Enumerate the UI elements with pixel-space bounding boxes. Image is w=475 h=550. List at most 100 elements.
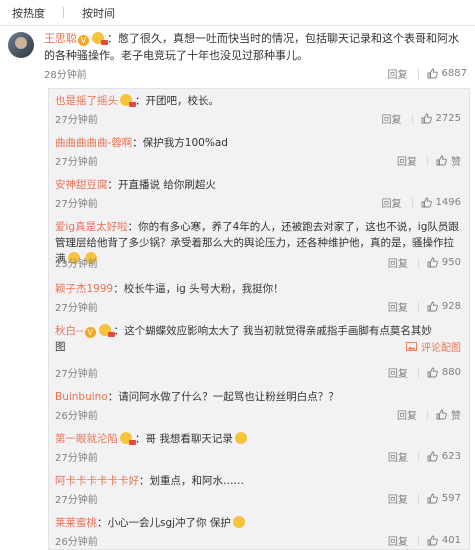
reply-button[interactable]: 回复 [382, 111, 402, 126]
reply-username[interactable]: 爱ig真是太好啦 [55, 221, 128, 233]
like-count: 6887 [441, 68, 467, 79]
reply-actions: 回复 赞 [397, 153, 461, 168]
action-divider [411, 113, 413, 124]
reply-text: ：这个蝴蝶效应影响太大了 我当初就觉得亲戚指手画脚有点莫名其妙 [113, 325, 432, 337]
reply-actions: 回复 2725 [382, 111, 461, 126]
like-count: 880 [441, 367, 461, 378]
reply-button[interactable]: 回复 [388, 449, 408, 464]
like-count: 623 [441, 451, 461, 462]
reply-username[interactable]: Buinbuino [55, 391, 108, 403]
like-button[interactable]: 623 [427, 451, 461, 462]
reply-time: 27分钟前 [55, 115, 98, 126]
like-count: 赞 [451, 411, 461, 422]
thumbs-up-icon [427, 451, 438, 462]
avatar[interactable] [8, 32, 34, 58]
like-button[interactable]: 6887 [427, 68, 467, 79]
action-divider [417, 367, 419, 378]
comment-pic-link[interactable]: 评论配图 [406, 339, 461, 354]
reply-username[interactable]: 第一眼就沦陷 [55, 433, 118, 445]
reply-button[interactable]: 回复 [388, 66, 408, 81]
emoji-icon [98, 324, 115, 337]
thumbs-up-icon [436, 409, 447, 420]
like-count: 2725 [435, 113, 461, 124]
sort-by-time-tab[interactable]: 按时间 [82, 5, 115, 21]
reply-actions: 回复 597 [388, 491, 461, 506]
action-divider [417, 257, 419, 268]
reply-time: 27分钟前 [55, 157, 98, 168]
reply-username[interactable]: 阿卡卡卡卡卡卡好 [55, 475, 139, 487]
reply-username[interactable]: 秋白-- [55, 325, 84, 337]
reply-item: 曲曲曲曲曲-蓉啊：保护我方100%ad [49, 133, 469, 151]
reply-text: ：保护我方100%ad [132, 137, 228, 149]
reply-item: 秋白-- V ：这个蝴蝶效应影响太大了 我当初就觉得亲戚指手画脚有点莫名其妙 [49, 321, 469, 339]
reply-time: 27分钟前 [55, 495, 98, 506]
reply-button[interactable]: 回复 [397, 153, 417, 168]
reply-button[interactable]: 回复 [382, 195, 402, 210]
reply-button[interactable]: 回复 [388, 365, 408, 380]
reply-username[interactable]: 安神甜豆腐 [55, 179, 108, 191]
reply-actions: 回复 623 [388, 449, 461, 464]
reply-item: 第一眼就沦陷 ：哥 我想看聊天记录 [49, 429, 469, 447]
like-button[interactable]: 1496 [421, 197, 461, 208]
reply-time: 26分钟前 [55, 537, 98, 548]
reply-actions: 回复 401 [388, 533, 461, 548]
like-button[interactable]: 401 [427, 535, 461, 546]
like-button[interactable]: 950 [427, 257, 461, 268]
reply-item: 阿卡卡卡卡卡卡好：划重点，和阿水…… [49, 471, 469, 489]
like-button[interactable]: 赞 [436, 153, 461, 168]
reply-time: 27分钟前 [55, 453, 98, 464]
reply-button[interactable]: 回复 [388, 533, 408, 548]
emoji-icon [120, 94, 136, 107]
emoji-icon [92, 32, 108, 45]
reply-button[interactable]: 回复 [388, 491, 408, 506]
reply-button[interactable]: 回复 [388, 299, 408, 314]
action-divider [417, 535, 419, 546]
reply-text: ：开直播说 给你刷超火 [107, 179, 216, 191]
action-divider [427, 409, 428, 420]
main-comment-body: 王思聪 V ：憋了很久，真想一吐而快当时的情况，包括聊天记录和这个表哥和阿水的各种骚… [44, 30, 463, 64]
reply-text: ：校长牛逼，ig 头号大粉，我挺你！ [113, 283, 284, 295]
like-button[interactable]: 赞 [436, 407, 461, 422]
like-button[interactable]: 2725 [421, 113, 461, 124]
reply-text: ：小心一会儿sgj冲了你 保护 [97, 517, 231, 529]
reply-button[interactable]: 回复 [388, 255, 408, 270]
reply-time: 27分钟前 [55, 199, 98, 210]
action-divider [411, 197, 413, 208]
image-icon [406, 341, 417, 352]
reply-text: ：开团吧，校长。 [135, 95, 219, 107]
reply-time: 27分钟前 [55, 303, 98, 314]
action-divider [427, 155, 428, 166]
reply-button[interactable]: 回复 [397, 407, 417, 422]
sort-bar: 按热度 按时间 [0, 0, 475, 26]
reply-username[interactable]: 莱莱蜜桃 [55, 517, 97, 529]
comment-pic-label: 评论配图 [421, 343, 461, 354]
reply-time: 23分钟前 [55, 259, 98, 270]
like-button[interactable]: 880 [427, 367, 461, 378]
reply-item: 莱莱蜜桃：小心一会儿sgj冲了你 保护 [49, 513, 469, 531]
reply-username[interactable]: 曲曲曲曲曲-蓉啊 [55, 137, 132, 149]
thumbs-up-icon [421, 197, 432, 208]
comment-text: ：憋了很久，真想一吐而快当时的情况，包括聊天记录和这个表哥和阿水的各种骚操作。老… [44, 32, 459, 62]
reply-item: 也是摇了摇头 ：开团吧，校长。 [49, 91, 469, 109]
reply-list: 也是摇了摇头 ：开团吧，校长。 27分钟前 回复 2725 曲曲曲曲曲-蓉啊：保护… [48, 88, 470, 550]
sort-by-hot-tab[interactable]: 按热度 [12, 5, 45, 21]
like-count: 928 [441, 301, 461, 312]
reply-username[interactable]: 颖子杰1999 [55, 283, 113, 295]
thumbs-up-icon [421, 113, 432, 124]
reply-actions: 回复 928 [388, 299, 461, 314]
verified-badge-icon: V [78, 35, 89, 46]
comment-actions: 回复 6887 [388, 66, 467, 81]
like-button[interactable]: 597 [427, 493, 461, 504]
like-count: 1496 [435, 197, 461, 208]
like-count: 597 [441, 493, 461, 504]
like-button[interactable]: 928 [427, 301, 461, 312]
thumbs-up-icon [427, 493, 438, 504]
reply-actions: 回复 950 [388, 255, 461, 270]
like-count: 950 [441, 257, 461, 268]
emoji-icon [120, 432, 136, 445]
action-divider [417, 301, 419, 312]
thumbs-up-icon [427, 301, 438, 312]
comment-username[interactable]: 王思聪 [44, 32, 77, 45]
thumbs-up-icon [427, 367, 438, 378]
reply-username[interactable]: 也是摇了摇头 [55, 95, 118, 107]
